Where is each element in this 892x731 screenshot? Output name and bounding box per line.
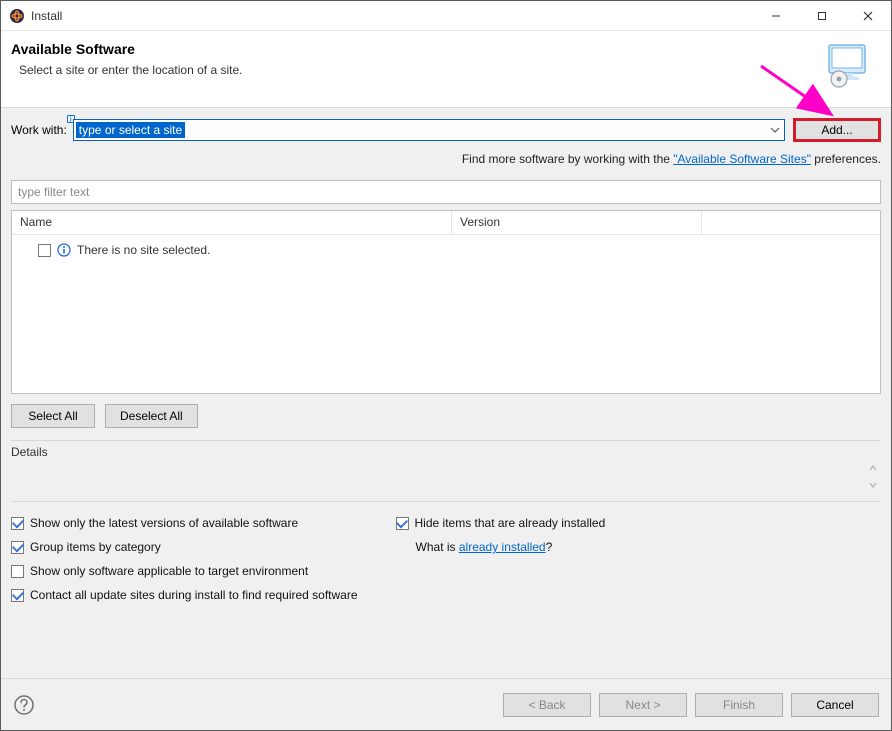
- empty-row-text: There is no site selected.: [77, 243, 210, 257]
- finish-button: Finish: [695, 693, 783, 717]
- options-left-column: Show only the latest versions of availab…: [11, 516, 358, 602]
- software-sites-hint: Find more software by working with the "…: [11, 152, 881, 166]
- whatis-text: What is already installed?: [416, 540, 553, 554]
- combo-dropdown-button[interactable]: [766, 120, 784, 140]
- details-group: Details: [11, 440, 881, 502]
- checkbox-group-by-category[interactable]: [11, 541, 24, 554]
- install-dialog: Install Available Software Select a site…: [0, 0, 892, 731]
- install-header-icon: [823, 41, 871, 89]
- cancel-button[interactable]: Cancel: [791, 693, 879, 717]
- details-label: Details: [11, 445, 881, 459]
- column-version[interactable]: Version: [452, 211, 702, 234]
- label-hide-installed: Hide items that are already installed: [415, 516, 606, 530]
- info-icon: [57, 243, 71, 257]
- page-subtitle: Select a site or enter the location of a…: [19, 63, 823, 77]
- maximize-icon: [817, 11, 827, 21]
- tree-empty-row: There is no site selected.: [20, 241, 872, 259]
- wizard-header: Available Software Select a site or ente…: [1, 31, 891, 108]
- details-spinner[interactable]: [864, 459, 881, 493]
- already-installed-link[interactable]: already installed: [459, 540, 546, 554]
- label-target-environment: Show only software applicable to target …: [30, 564, 308, 578]
- page-title: Available Software: [11, 41, 823, 57]
- details-text: [11, 459, 881, 497]
- wizard-content: Work with:i type or select a site Add...…: [1, 108, 891, 678]
- titlebar: Install: [1, 1, 891, 31]
- checkbox-contact-update-sites[interactable]: [11, 589, 24, 602]
- next-button: Next >: [599, 693, 687, 717]
- options-section: Show only the latest versions of availab…: [11, 516, 881, 602]
- chevron-down-icon: [770, 125, 780, 135]
- add-button[interactable]: Add...: [793, 118, 881, 142]
- label-group-by-category: Group items by category: [30, 540, 161, 554]
- maximize-button[interactable]: [799, 1, 845, 31]
- work-with-selected-text: type or select a site: [76, 122, 185, 138]
- selection-button-row: Select All Deselect All: [11, 404, 881, 428]
- checkbox-target-environment[interactable]: [11, 565, 24, 578]
- available-software-sites-link[interactable]: "Available Software Sites": [673, 152, 811, 166]
- work-with-combo[interactable]: type or select a site: [73, 119, 785, 141]
- deselect-all-button[interactable]: Deselect All: [105, 404, 198, 428]
- back-button: < Back: [503, 693, 591, 717]
- work-with-label: Work with:i: [11, 123, 67, 137]
- checkbox-hide-installed[interactable]: [396, 517, 409, 530]
- eclipse-icon: [9, 8, 25, 24]
- close-icon: [863, 11, 873, 21]
- minimize-icon: [771, 11, 781, 21]
- caret-up-icon: [869, 465, 877, 471]
- column-name[interactable]: Name: [12, 211, 452, 234]
- minimize-button[interactable]: [753, 1, 799, 31]
- close-button[interactable]: [845, 1, 891, 31]
- caret-down-icon: [869, 482, 877, 488]
- row-checkbox[interactable]: [38, 244, 51, 257]
- details-down-button[interactable]: [864, 476, 881, 493]
- software-tree[interactable]: Name Version There is no site selected.: [11, 210, 881, 394]
- window-title: Install: [31, 9, 62, 23]
- options-right-column: Hide items that are already installed Wh…: [396, 516, 606, 602]
- help-icon[interactable]: [13, 694, 35, 716]
- tree-body: There is no site selected.: [12, 235, 880, 393]
- wizard-footer: < Back Next > Finish Cancel: [1, 678, 891, 730]
- checkbox-latest-versions[interactable]: [11, 517, 24, 530]
- label-latest-versions: Show only the latest versions of availab…: [30, 516, 298, 530]
- work-with-row: Work with:i type or select a site Add...: [11, 118, 881, 142]
- label-contact-update-sites: Contact all update sites during install …: [30, 588, 358, 602]
- filter-input[interactable]: type filter text: [11, 180, 881, 204]
- tree-header: Name Version: [12, 211, 880, 235]
- details-up-button[interactable]: [864, 459, 881, 476]
- select-all-button[interactable]: Select All: [11, 404, 95, 428]
